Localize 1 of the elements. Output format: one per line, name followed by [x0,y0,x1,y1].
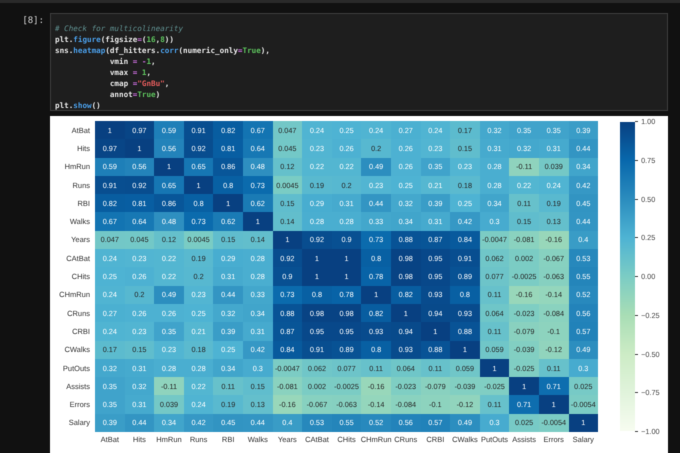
execution-count: [8]: [21,15,45,26]
